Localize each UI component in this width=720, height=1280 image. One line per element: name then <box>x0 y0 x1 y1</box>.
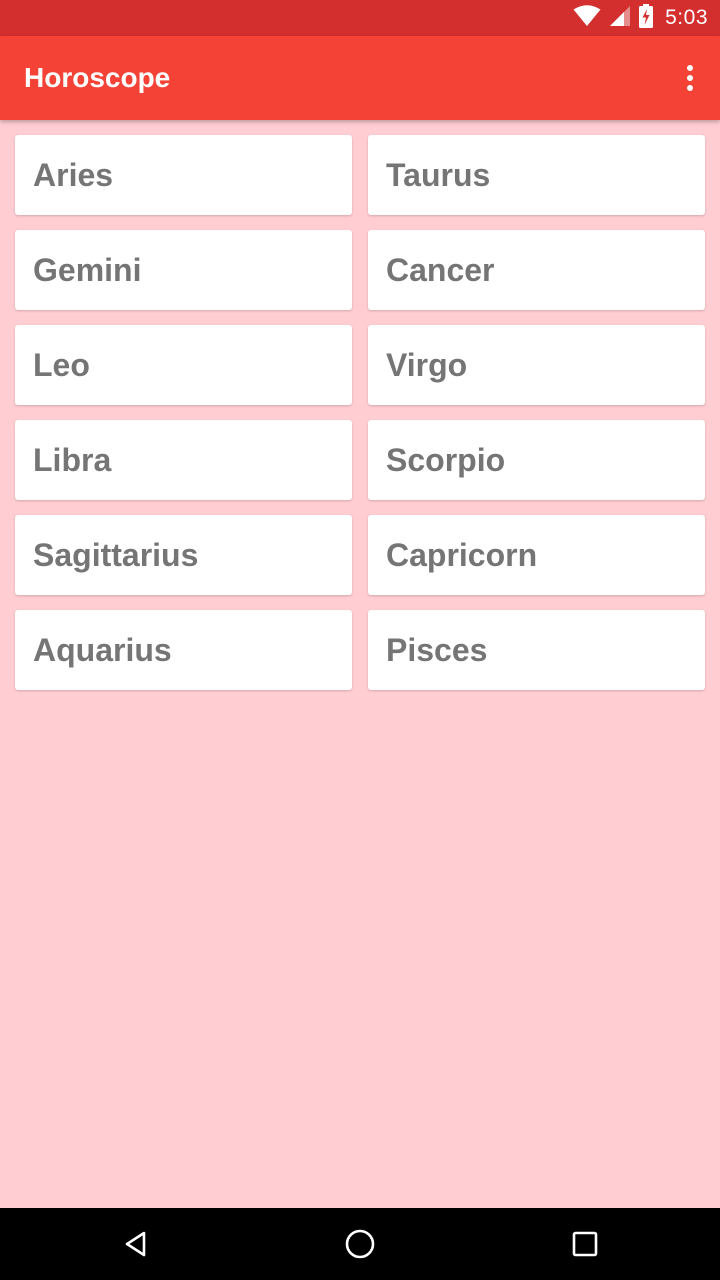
sign-card-pisces[interactable]: Pisces <box>368 610 705 690</box>
sign-card-gemini[interactable]: Gemini <box>15 230 352 310</box>
sign-label: Virgo <box>386 346 468 383</box>
sign-label: Cancer <box>386 251 495 288</box>
status-time: 5:03 <box>665 6 708 29</box>
navigation-bar <box>0 1208 720 1280</box>
sign-label: Gemini <box>33 251 142 288</box>
app-bar: Horoscope <box>0 36 720 120</box>
battery-charging-icon <box>639 3 654 33</box>
more-vert-icon[interactable] <box>676 62 704 94</box>
sign-grid: Aries Taurus Gemini Cancer Leo Virgo Lib… <box>15 135 705 690</box>
sign-label: Aries <box>33 156 114 193</box>
sign-card-cancer[interactable]: Cancer <box>368 230 705 310</box>
back-icon[interactable] <box>96 1208 176 1280</box>
sign-label: Leo <box>33 346 90 383</box>
sign-label: Taurus <box>386 156 491 193</box>
sign-label: Scorpio <box>386 441 506 478</box>
sign-label: Aquarius <box>33 631 172 668</box>
app-title: Horoscope <box>24 62 171 93</box>
wifi-icon <box>573 4 601 32</box>
sign-label: Sagittarius <box>33 536 199 573</box>
sign-card-aries[interactable]: Aries <box>15 135 352 215</box>
menu-dot <box>687 75 693 81</box>
sign-card-leo[interactable]: Leo <box>15 325 352 405</box>
cell-signal-icon <box>609 5 631 32</box>
sign-card-scorpio[interactable]: Scorpio <box>368 420 705 500</box>
sign-card-virgo[interactable]: Virgo <box>368 325 705 405</box>
home-icon[interactable] <box>320 1208 400 1280</box>
menu-dot <box>687 65 693 71</box>
status-icons: 5:03 <box>573 0 708 36</box>
sign-card-capricorn[interactable]: Capricorn <box>368 515 705 595</box>
sign-label: Pisces <box>386 631 488 668</box>
sign-card-taurus[interactable]: Taurus <box>368 135 705 215</box>
menu-dot <box>687 85 693 91</box>
status-bar: 5:03 <box>0 0 720 36</box>
sign-label: Capricorn <box>386 536 538 573</box>
sign-label: Libra <box>33 441 112 478</box>
sign-card-sagittarius[interactable]: Sagittarius <box>15 515 352 595</box>
recents-icon[interactable] <box>545 1208 625 1280</box>
sign-card-aquarius[interactable]: Aquarius <box>15 610 352 690</box>
sign-card-libra[interactable]: Libra <box>15 420 352 500</box>
